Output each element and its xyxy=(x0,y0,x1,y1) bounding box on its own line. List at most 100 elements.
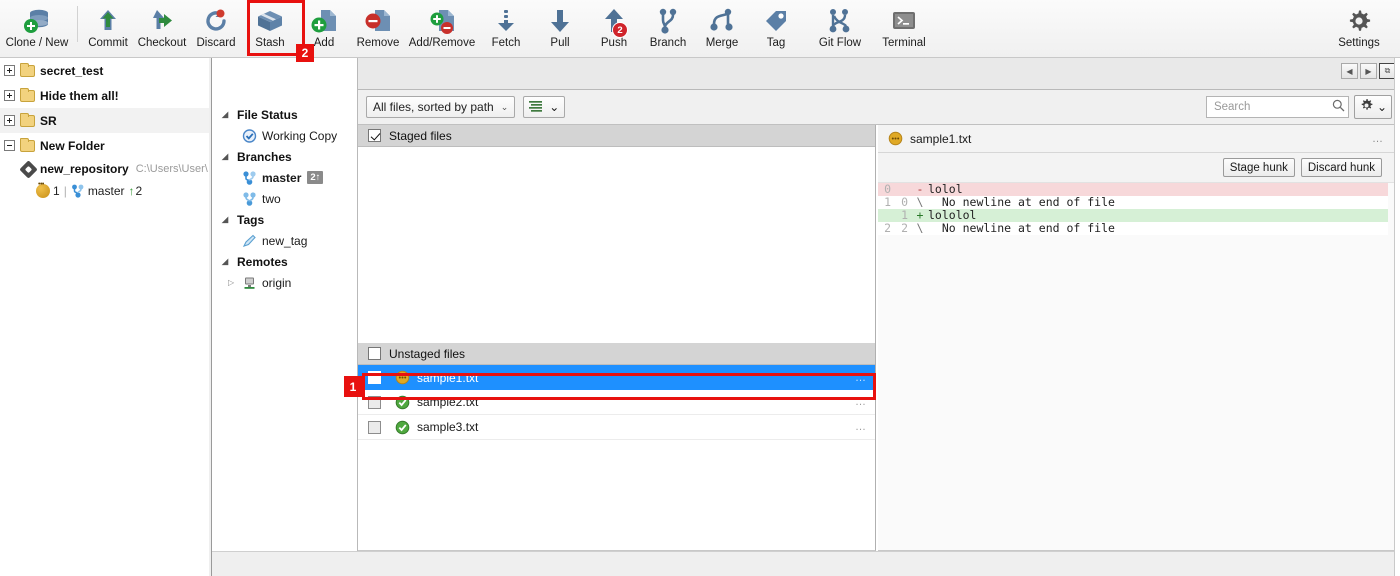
gear-icon xyxy=(1359,98,1374,116)
toolbar-item-label: Stash xyxy=(255,37,285,49)
file-menu-icon[interactable]: … xyxy=(855,396,867,408)
discard-hunk-button[interactable]: Discard hunk xyxy=(1300,158,1382,177)
file-checkbox[interactable] xyxy=(368,395,381,409)
file-menu-icon[interactable]: … xyxy=(855,372,867,384)
tree-item-branch-master[interactable]: master 2↑ xyxy=(212,167,358,188)
toolbar-clone-new-button[interactable]: Clone / New xyxy=(0,0,74,58)
tree-item-branch-two[interactable]: two xyxy=(212,188,358,209)
diff-old-line-number: 1 xyxy=(884,195,891,209)
sidebar-folder-hide-them-all[interactable]: Hide them all! xyxy=(0,83,211,108)
commit-icon xyxy=(94,5,122,37)
tree-section-file-status[interactable]: ◢ File Status xyxy=(212,104,358,125)
sidebar-scrollbar[interactable] xyxy=(209,58,211,576)
expander-arrow-icon[interactable]: ▷ xyxy=(228,278,238,287)
sidebar-folder-sr[interactable]: SR xyxy=(0,108,211,133)
sort-mode-combobox[interactable]: All files, sorted by path ⌄ xyxy=(366,96,516,118)
sidebar-folder-new-folder[interactable]: New Folder xyxy=(0,133,211,158)
fetch-icon xyxy=(493,5,519,37)
toolbar-add-remove-button[interactable]: Add/Remove xyxy=(405,0,479,58)
toolbar-commit-button[interactable]: Commit xyxy=(81,0,135,58)
folder-icon xyxy=(20,112,35,127)
tree-item-tag-new-tag[interactable]: new_tag xyxy=(212,230,358,251)
annotation-number-1: 1 xyxy=(344,376,362,397)
unstaged-files-checkbox[interactable] xyxy=(368,347,381,360)
folder-icon xyxy=(20,62,35,77)
diff-content[interactable]: 0 - lolol 1 0 \ No newline at end of fil… xyxy=(878,183,1394,235)
toolbar-push-button[interactable]: 2 Push xyxy=(587,0,641,58)
search-input[interactable] xyxy=(1213,101,1332,113)
toolbar-settings-button[interactable]: Settings xyxy=(1332,0,1386,58)
diff-line: 2 2 \ No newline at end of file xyxy=(878,222,1394,235)
toolbar-discard-button[interactable]: Discard xyxy=(189,0,243,58)
repository-icon xyxy=(19,159,38,179)
collapse-triangle-icon[interactable]: ◢ xyxy=(222,215,232,224)
staged-files-header[interactable]: Staged files xyxy=(358,125,875,147)
folder-icon xyxy=(20,87,35,102)
repository-status-line: 1 | master ↑ 2 xyxy=(0,180,211,202)
added-icon xyxy=(395,395,410,410)
file-settings-button[interactable]: ⌄ xyxy=(1353,95,1392,119)
expander-plus-icon[interactable] xyxy=(4,115,15,126)
diff-menu-icon[interactable]: … xyxy=(1372,133,1384,145)
tree-section-tags[interactable]: ◢ Tags xyxy=(212,209,358,230)
tree-item-working-copy[interactable]: Working Copy xyxy=(212,125,358,146)
tree-section-remotes[interactable]: ◢ Remotes xyxy=(212,251,358,272)
unstaged-file-sample3[interactable]: sample3.txt … xyxy=(358,415,875,440)
staged-files-checkbox[interactable] xyxy=(368,129,381,142)
tree-item-label: new_tag xyxy=(262,233,308,248)
file-menu-icon[interactable]: … xyxy=(855,421,867,433)
toolbar-branch-button[interactable]: Branch xyxy=(641,0,695,58)
toolbar-remove-button[interactable]: Remove xyxy=(351,0,405,58)
tab-navigation: ◀ ▶ ⧉ xyxy=(1341,63,1396,79)
toolbar-merge-button[interactable]: Merge xyxy=(695,0,749,58)
unstaged-file-sample2[interactable]: sample2.txt … xyxy=(358,390,875,415)
remove-icon xyxy=(364,5,392,37)
unstaged-file-sample1[interactable]: sample1.txt … xyxy=(358,365,875,390)
toolbar-terminal-button[interactable]: Terminal xyxy=(877,0,931,58)
expander-minus-icon[interactable] xyxy=(4,140,15,151)
view-mode-button[interactable]: ⌄ xyxy=(523,96,566,118)
tab-next-button[interactable]: ▶ xyxy=(1360,63,1377,79)
collapse-triangle-icon[interactable]: ◢ xyxy=(222,152,232,161)
file-checkbox[interactable] xyxy=(368,371,381,384)
file-list-panel: Staged files Unstaged files sample1.txt xyxy=(358,125,876,551)
sidebar-folder-secret-test[interactable]: secret_test xyxy=(0,58,211,83)
add-icon xyxy=(310,5,338,37)
file-name: sample2.txt xyxy=(417,395,479,409)
toolbar-fetch-button[interactable]: Fetch xyxy=(479,0,533,58)
settings-label: Settings xyxy=(1338,37,1380,49)
toolbar-checkout-button[interactable]: Checkout xyxy=(135,0,189,58)
toolbar-pull-button[interactable]: Pull xyxy=(533,0,587,58)
collapse-triangle-icon[interactable]: ◢ xyxy=(222,257,232,266)
staged-files-list[interactable] xyxy=(358,147,875,343)
diff-file-header: sample1.txt … xyxy=(878,125,1394,153)
toolbar-item-label: Remove xyxy=(356,37,400,49)
unstaged-files-header[interactable]: Unstaged files xyxy=(358,343,875,365)
collapse-triangle-icon[interactable]: ◢ xyxy=(222,110,232,119)
toolbar-divider xyxy=(77,6,78,42)
sidebar-repository-new-repository[interactable]: new_repository C:\Users\User\ xyxy=(0,158,211,180)
branch-icon xyxy=(242,191,257,206)
terminal-icon xyxy=(890,5,918,37)
search-box[interactable] xyxy=(1205,96,1349,118)
diff-panel: sample1.txt … Stage hunk Discard hunk 0 … xyxy=(878,125,1394,551)
tab-prev-button[interactable]: ◀ xyxy=(1341,63,1358,79)
file-checkbox[interactable] xyxy=(368,420,381,434)
checkout-icon xyxy=(148,5,176,37)
diff-text: No newline at end of file xyxy=(928,221,1115,235)
diff-file-name: sample1.txt xyxy=(910,131,972,146)
branch-current-icon xyxy=(242,170,257,185)
toolbar-git-flow-button[interactable]: Git Flow xyxy=(803,0,877,58)
file-filter-bar: All files, sorted by path ⌄ ⌄ Search ⌄ xyxy=(358,90,1400,125)
branch-icon xyxy=(71,184,85,198)
tag-icon xyxy=(242,234,257,248)
expander-plus-icon[interactable] xyxy=(4,65,15,76)
toolbar-tag-button[interactable]: Tag xyxy=(749,0,803,58)
tree-section-branches[interactable]: ◢ Branches xyxy=(212,146,358,167)
staged-files-label: Staged files xyxy=(389,128,452,143)
expander-plus-icon[interactable] xyxy=(4,90,15,101)
tree-item-remote-origin[interactable]: ▷ origin xyxy=(212,272,358,293)
toolbar-stash-button[interactable]: Stash xyxy=(243,0,297,58)
stage-hunk-button[interactable]: Stage hunk xyxy=(1222,158,1295,177)
branch-icon xyxy=(654,5,682,37)
